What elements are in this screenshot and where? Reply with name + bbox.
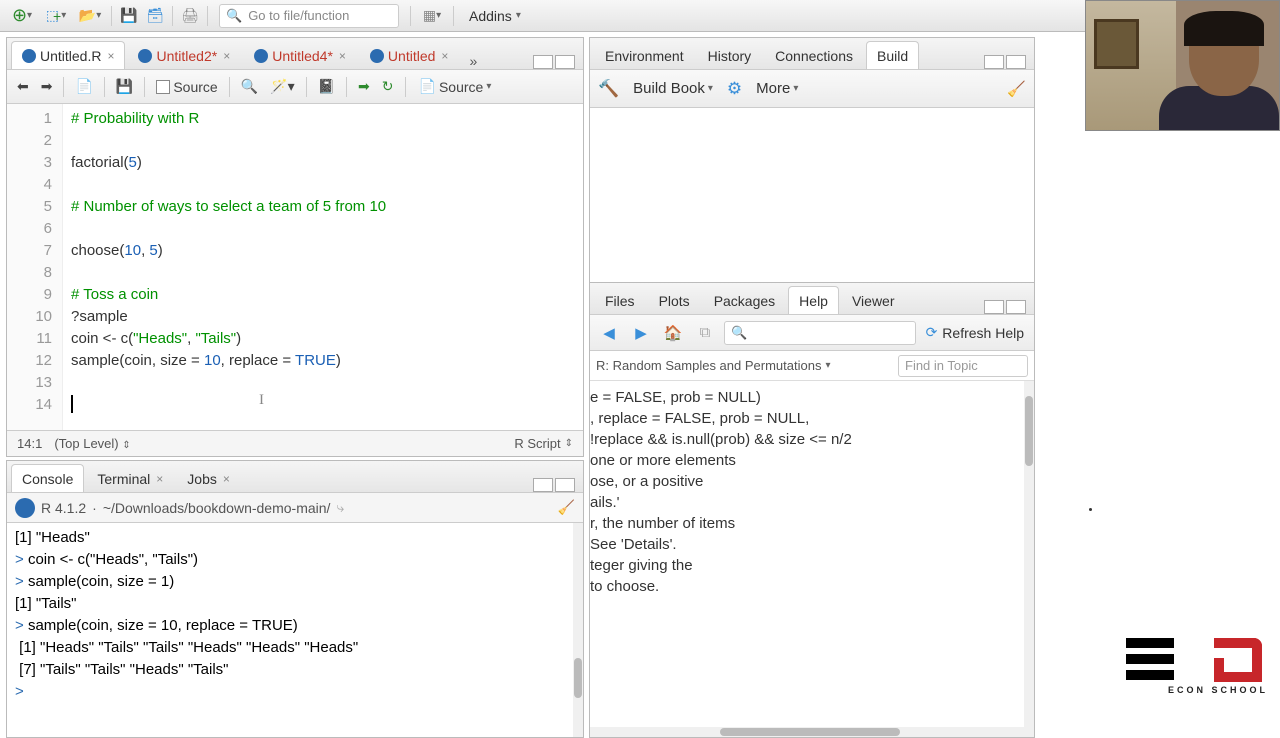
build-book-button[interactable]: Build Book ▾ [629, 77, 717, 101]
save-file-icon[interactable]: 💾 [112, 75, 137, 99]
help-tab[interactable]: Files [594, 286, 646, 314]
r-file-icon [138, 49, 152, 63]
search-icon: 🔍 [226, 8, 242, 24]
console-tabbar: ConsoleTerminal×Jobs× [7, 461, 583, 493]
notebook-icon[interactable]: 📓 [314, 75, 339, 99]
help-popup-icon[interactable]: ⧉ [692, 321, 718, 345]
console-header: R 4.1.2 · ~/Downloads/bookdown-demo-main… [7, 493, 583, 523]
help-tab[interactable]: Plots [648, 286, 701, 314]
close-tab-icon[interactable]: × [441, 49, 448, 63]
minimize-console-icon[interactable] [533, 478, 553, 492]
addins-menu[interactable]: Addins▾ [459, 4, 531, 28]
close-tab-icon[interactable]: × [107, 49, 114, 63]
console-pane: ConsoleTerminal×Jobs× R 4.1.2 · ~/Downlo… [6, 460, 584, 738]
minimize-pane-icon[interactable] [533, 55, 553, 69]
close-tab-icon[interactable]: × [223, 472, 230, 486]
find-icon[interactable]: 🔍 [237, 75, 262, 99]
webcam-overlay [1085, 0, 1280, 131]
grid-icon[interactable]: ▦▾ [416, 4, 448, 28]
wand-icon[interactable]: 🪄▾ [266, 75, 298, 99]
help-pane: FilesPlotsPackagesHelpViewer ◀ ▶ 🏠 ⧉ 🔍 ⟳… [589, 282, 1035, 738]
run-icon[interactable]: ➡ [354, 75, 374, 99]
help-topic-selector[interactable]: R: Random Samples and Permutations▾ [596, 358, 892, 373]
console-tab[interactable]: Console [11, 464, 84, 492]
source-tab[interactable]: Untitled2*× [127, 41, 241, 69]
r-file-icon [254, 49, 268, 63]
env-tab[interactable]: Environment [594, 41, 695, 69]
close-tab-icon[interactable]: × [156, 472, 163, 486]
minimize-env-icon[interactable] [984, 55, 1004, 69]
more-button[interactable]: More ▾ [752, 77, 802, 101]
source-tabbar: Untitled.R×Untitled2*×Untitled4*×Untitle… [7, 38, 583, 70]
decorative-dot [1089, 508, 1092, 511]
save-icon[interactable]: 💾 [117, 4, 141, 28]
console-output[interactable]: [1] "Heads"> coin <- c("Heads", "Tails")… [7, 523, 583, 737]
env-tab[interactable]: History [697, 41, 763, 69]
rerun-icon[interactable]: ↻ [378, 75, 398, 99]
env-tab[interactable]: Build [866, 41, 919, 69]
console-tab[interactable]: Jobs× [176, 464, 241, 492]
help-back-icon[interactable]: ◀ [596, 321, 622, 345]
maximize-pane-icon[interactable] [555, 55, 575, 69]
gear-icon: ⚙ [727, 79, 742, 99]
scrollbar-thumb[interactable] [574, 658, 582, 698]
goto-file-input[interactable]: 🔍 Go to file/function [219, 4, 399, 28]
tab-overflow-icon[interactable]: » [461, 53, 485, 69]
maximize-env-icon[interactable] [1006, 55, 1026, 69]
help-toolbar: ◀ ▶ 🏠 ⧉ 🔍 ⟳ Refresh Help [590, 315, 1034, 351]
maximize-console-icon[interactable] [555, 478, 575, 492]
clear-console-icon[interactable]: 🧹 [558, 499, 575, 516]
file-type-selector[interactable]: R Script ⇕ [514, 436, 573, 451]
r-file-icon [370, 49, 384, 63]
help-home-icon[interactable]: 🏠 [660, 321, 686, 345]
minimize-help-icon[interactable] [984, 300, 1004, 314]
scope-selector[interactable]: (Top Level) ⇕ [54, 436, 130, 451]
help-subtoolbar: R: Random Samples and Permutations▾ Find… [590, 351, 1034, 381]
env-tab[interactable]: Connections [764, 41, 864, 69]
print-icon[interactable]: 🖨 [178, 4, 202, 28]
save-all-icon[interactable]: 🗃 [143, 4, 167, 28]
open-file-icon[interactable]: 📂▾ [74, 4, 106, 28]
help-h-scrollbar-thumb[interactable] [720, 728, 900, 736]
help-tab[interactable]: Help [788, 286, 839, 314]
forward-icon[interactable]: ➡ [37, 75, 57, 99]
source-tab[interactable]: Untitled.R× [11, 41, 125, 69]
maximize-help-icon[interactable] [1006, 300, 1026, 314]
show-in-new-window-icon[interactable]: 📄 [71, 75, 96, 99]
close-tab-icon[interactable]: × [339, 49, 346, 63]
help-scrollbar-thumb[interactable] [1025, 396, 1033, 466]
find-in-topic-input[interactable]: Find in Topic [898, 355, 1028, 377]
close-tab-icon[interactable]: × [223, 49, 230, 63]
back-icon[interactable]: ⬅ [13, 75, 33, 99]
build-toolbar: 🔨 Build Book ▾ ⚙ More ▾ 🧹 [590, 70, 1034, 108]
new-project-icon[interactable]: ⬚+▾ [40, 4, 72, 28]
new-file-icon[interactable]: ⊕▾ [6, 4, 38, 28]
help-content[interactable]: e = FALSE, prob = NULL), replace = FALSE… [590, 381, 1034, 737]
code-editor[interactable]: 1234567891011121314 I # Probability with… [7, 104, 583, 430]
help-tabbar: FilesPlotsPackagesHelpViewer [590, 283, 1034, 315]
refresh-help-button[interactable]: ⟳ Refresh Help [922, 324, 1028, 341]
econ-school-logo: ECON SCHOOL [1126, 638, 1268, 710]
source-statusbar: 14:1 (Top Level) ⇕ R Script ⇕ [7, 430, 583, 456]
r-logo-icon [15, 498, 35, 518]
clear-build-icon[interactable]: 🧹 [1007, 80, 1026, 98]
help-tab[interactable]: Packages [703, 286, 786, 314]
console-tab[interactable]: Terminal× [86, 464, 174, 492]
r-file-icon [22, 49, 36, 63]
source-pane: Untitled.R×Untitled2*×Untitled4*×Untitle… [6, 37, 584, 457]
source-button[interactable]: 📄Source▾ [413, 75, 498, 99]
hammer-icon: 🔨 [598, 79, 619, 99]
cursor-position: 14:1 [17, 436, 42, 451]
env-tabbar: EnvironmentHistoryConnectionsBuild [590, 38, 1034, 70]
help-search-input[interactable]: 🔍 [724, 321, 916, 345]
refresh-icon: ⟳ [926, 324, 938, 341]
path-arrow-icon[interactable]: ⤷ [336, 499, 344, 516]
help-tab[interactable]: Viewer [841, 286, 906, 314]
source-tab[interactable]: Untitled× [359, 41, 459, 69]
help-forward-icon[interactable]: ▶ [628, 321, 654, 345]
source-on-save-checkbox[interactable]: Source [152, 75, 221, 99]
environment-pane: EnvironmentHistoryConnectionsBuild 🔨 Bui… [589, 37, 1035, 287]
source-tab[interactable]: Untitled4*× [243, 41, 357, 69]
source-toolbar: ⬅ ➡ 📄 💾 Source 🔍 🪄▾ 📓 ➡ ↻ 📄Source▾ [7, 70, 583, 104]
